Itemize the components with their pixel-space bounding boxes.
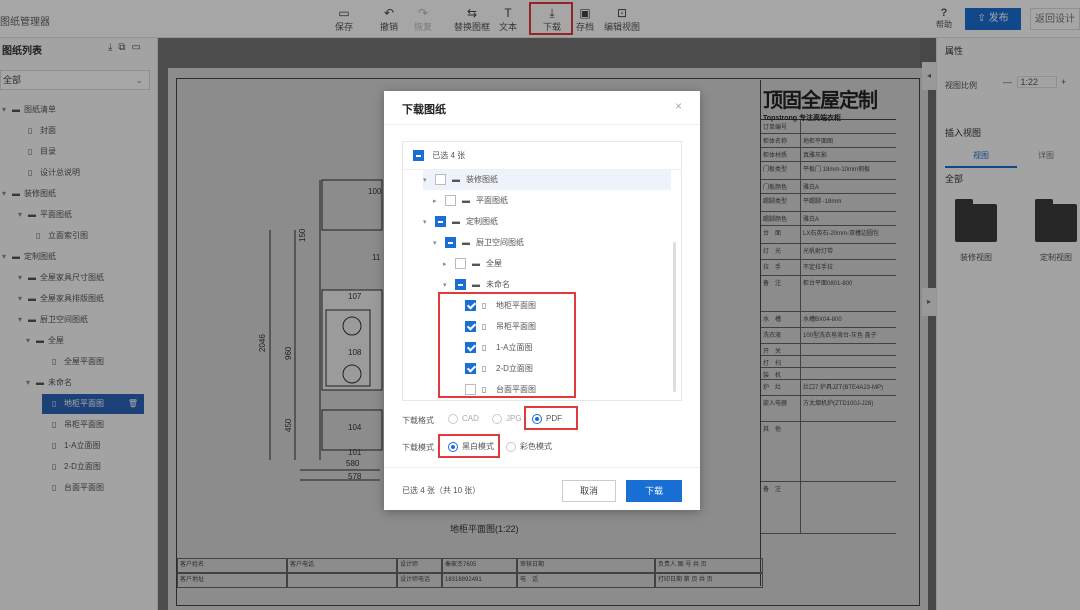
select-all-checkbox[interactable] <box>413 150 424 162</box>
item-checkbox[interactable] <box>445 195 456 207</box>
item-checkbox[interactable] <box>455 258 466 270</box>
folder-icon: ▬ <box>472 259 480 268</box>
dialog-tree-item[interactable]: ▸ ▬ 全屋 <box>443 254 671 274</box>
cancel-button[interactable]: 取消 <box>562 480 616 502</box>
selection-summary: 已选 4 张（共 10 张） <box>402 486 481 495</box>
dialog-tree-item[interactable]: ▾ ▬ 装修图纸 <box>423 170 671 190</box>
scrollbar[interactable] <box>673 242 676 392</box>
tree-header: 已选 4 张 <box>403 142 681 170</box>
divider <box>384 467 700 468</box>
format-cad-radio[interactable]: CAD <box>448 414 479 424</box>
item-checkbox[interactable] <box>435 216 446 228</box>
chevron-right-icon[interactable]: ▸ <box>443 255 455 275</box>
chevron-down-icon[interactable]: ▾ <box>433 234 445 254</box>
pdf-highlight <box>524 406 578 430</box>
download-button[interactable]: 下载 <box>626 480 682 502</box>
close-icon[interactable]: × <box>675 99 682 113</box>
item-checkbox[interactable] <box>455 279 466 291</box>
item-checkbox[interactable] <box>445 237 456 249</box>
divider <box>384 124 700 125</box>
chevron-right-icon[interactable]: ▸ <box>433 192 445 212</box>
dialog-tree-item[interactable]: ▾ ▬ 厨卫空间图纸 <box>433 233 671 253</box>
item-checkbox[interactable] <box>435 174 446 186</box>
chevron-down-icon[interactable]: ▾ <box>423 213 435 233</box>
mode-label: 下载模式 <box>402 443 434 452</box>
selected-files-highlight <box>438 292 576 398</box>
dialog-tree-item[interactable]: ▸ ▬ 平面图纸 <box>433 191 671 211</box>
mode-color-radio[interactable]: 彩色模式 <box>506 441 552 452</box>
dialog-tree-item[interactable]: ▾ ▬ 定制图纸 <box>423 212 671 232</box>
folder-icon: ▬ <box>462 196 470 205</box>
format-label: 下载格式 <box>402 416 434 425</box>
folder-icon: ▬ <box>452 175 460 184</box>
folder-icon: ▬ <box>452 217 460 226</box>
download-dialog: 下载图纸 × 已选 4 张 ▾ ▬ 装修图纸 ▸ ▬ 平面图纸 ▾ ▬ 定制图纸 ▾ ▬ 厨卫空间图纸… <box>384 91 700 510</box>
dialog-title: 下载图纸 <box>402 104 446 116</box>
format-jpg-radio[interactable]: JPG <box>492 414 522 424</box>
select-all-row[interactable]: 已选 4 张 <box>413 146 465 166</box>
folder-icon: ▬ <box>462 238 470 247</box>
chevron-down-icon[interactable]: ▾ <box>423 171 435 191</box>
bw-mode-highlight <box>438 434 500 458</box>
